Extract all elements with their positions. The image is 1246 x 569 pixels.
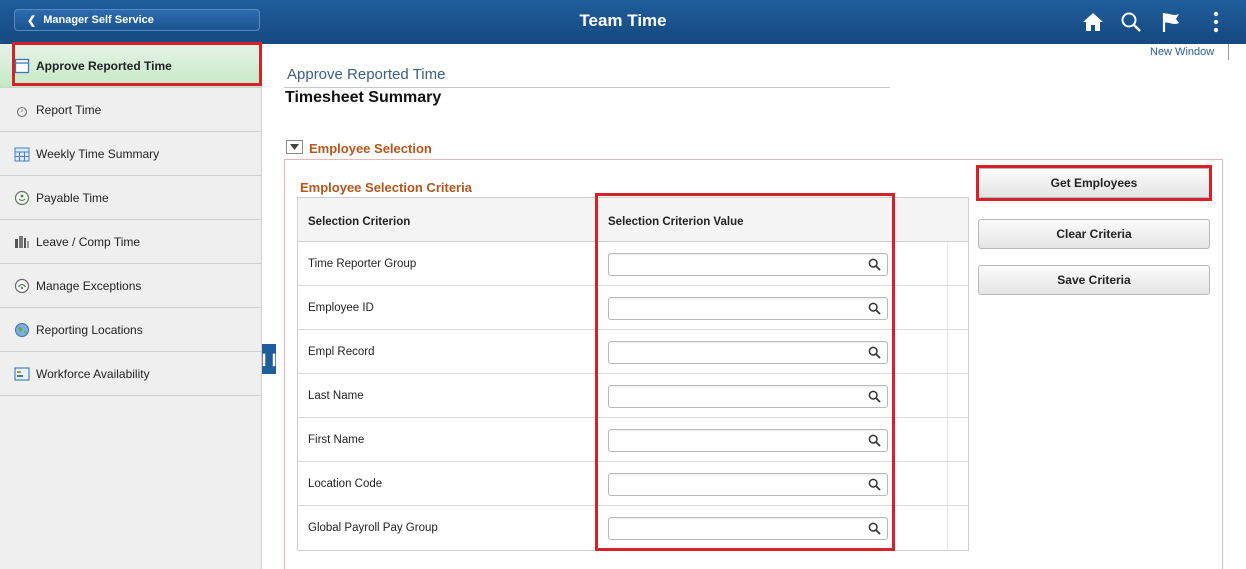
criterion-value-input[interactable] — [613, 432, 853, 449]
new-window-link[interactable]: New Window — [1150, 46, 1214, 58]
criterion-value-field[interactable] — [608, 473, 888, 496]
sidebar-item-leave-comp-time[interactable]: Leave / Comp Time — [0, 220, 262, 264]
table-row: Global Payroll Pay Group — [298, 506, 968, 550]
lookup-search-icon[interactable] — [868, 390, 881, 403]
criterion-value-input[interactable] — [613, 520, 853, 537]
payable-icon — [14, 190, 30, 206]
section-title: Employee Selection — [309, 141, 432, 156]
back-button[interactable]: ❮ Manager Self Service — [14, 9, 260, 31]
table-row: Location Code — [298, 462, 968, 506]
sidebar-item-label: Report Time — [36, 102, 102, 117]
sidebar-item-label: Manage Exceptions — [36, 278, 142, 293]
table-row: Last Name — [298, 374, 968, 418]
criterion-value-field[interactable] — [608, 517, 888, 540]
criterion-value-field[interactable] — [608, 253, 888, 276]
grid-header: Selection Criterion Selection Criterion … — [298, 198, 968, 242]
chevron-left-icon: ❮ — [27, 14, 37, 27]
lookup-search-icon[interactable] — [868, 434, 881, 447]
sidebar-item-label: Payable Time — [36, 190, 109, 205]
get-employees-button[interactable]: Get Employees — [978, 168, 1210, 198]
search-icon[interactable] — [1118, 10, 1144, 34]
section-collapse-toggle[interactable] — [286, 140, 303, 154]
column-header: Selection Criterion Value — [608, 216, 744, 228]
criteria-grid: Selection Criterion Selection Criterion … — [297, 197, 969, 551]
criterion-value-input[interactable] — [613, 344, 853, 361]
criterion-value-input[interactable] — [613, 388, 853, 405]
sidebar-item-label: Workforce Availability — [36, 366, 150, 381]
sidebar-item-approve-reported-time[interactable]: Approve Reported Time — [0, 44, 262, 88]
lookup-search-icon[interactable] — [868, 346, 881, 359]
criterion-value-input[interactable] — [613, 300, 853, 317]
criterion-label: Location Code — [308, 478, 383, 490]
timesheet-icon — [14, 58, 30, 74]
lookup-search-icon[interactable] — [868, 478, 881, 491]
back-button-label: Manager Self Service — [43, 14, 154, 26]
sidebar-collapse-handle[interactable]: ❙❙ — [259, 344, 279, 374]
sidebar-item-payable-time[interactable]: Payable Time — [0, 176, 262, 220]
criterion-label: Last Name — [308, 390, 364, 402]
sidebar-item-manage-exceptions[interactable]: Manage Exceptions — [0, 264, 262, 308]
sidebar-item-report-time[interactable]: Report Time — [0, 88, 262, 132]
divider — [284, 87, 890, 88]
criterion-value-input[interactable] — [613, 476, 853, 493]
save-criteria-button[interactable]: Save Criteria — [978, 265, 1210, 295]
divider — [1228, 44, 1229, 60]
triangle-down-icon — [290, 144, 299, 150]
sidebar-item-label: Weekly Time Summary — [36, 146, 160, 161]
table-row: Time Reporter Group — [298, 242, 968, 286]
sidebar-item-label: Approve Reported Time — [36, 58, 172, 73]
lookup-search-icon[interactable] — [868, 522, 881, 535]
criterion-label: Global Payroll Pay Group — [308, 522, 438, 534]
clear-criteria-button[interactable]: Clear Criteria — [978, 219, 1210, 249]
sidebar: Approve Reported Time Report Time Weekly… — [0, 44, 262, 569]
flag-icon[interactable] — [1158, 10, 1184, 34]
column-header: Selection Criterion — [308, 216, 411, 228]
criterion-value-field[interactable] — [608, 385, 888, 408]
home-icon[interactable] — [1080, 10, 1106, 34]
table-row: Empl Record — [298, 330, 968, 374]
criterion-value-field[interactable] — [608, 429, 888, 452]
app-header: ❮ Manager Self Service Team Time — [0, 0, 1246, 44]
criterion-label: Time Reporter Group — [308, 258, 417, 270]
clock-icon — [14, 102, 30, 118]
page-title: Timesheet Summary — [285, 89, 442, 106]
criterion-value-input[interactable] — [613, 256, 853, 273]
table-row: First Name — [298, 418, 968, 462]
criterion-label: Employee ID — [308, 302, 374, 314]
sidebar-item-label: Leave / Comp Time — [36, 234, 141, 249]
criterion-value-field[interactable] — [608, 341, 888, 364]
locations-icon — [14, 322, 30, 338]
more-menu-icon[interactable] — [1210, 10, 1222, 34]
sidebar-item-label: Reporting Locations — [36, 322, 143, 337]
page-subtitle: Approve Reported Time — [287, 66, 446, 83]
grid-title: Employee Selection Criteria — [300, 180, 472, 195]
leave-icon — [14, 234, 30, 250]
availability-icon — [14, 366, 30, 382]
sidebar-item-workforce-availability[interactable]: Workforce Availability — [0, 352, 262, 396]
exceptions-icon — [14, 278, 30, 294]
criterion-label: First Name — [308, 434, 365, 446]
sidebar-item-weekly-time-summary[interactable]: Weekly Time Summary — [0, 132, 262, 176]
criterion-label: Empl Record — [308, 346, 375, 358]
criterion-value-field[interactable] — [608, 297, 888, 320]
lookup-search-icon[interactable] — [868, 302, 881, 315]
table-row: Employee ID — [298, 286, 968, 330]
lookup-search-icon[interactable] — [868, 258, 881, 271]
calendar-icon — [14, 146, 30, 162]
sidebar-item-reporting-locations[interactable]: Reporting Locations — [0, 308, 262, 352]
